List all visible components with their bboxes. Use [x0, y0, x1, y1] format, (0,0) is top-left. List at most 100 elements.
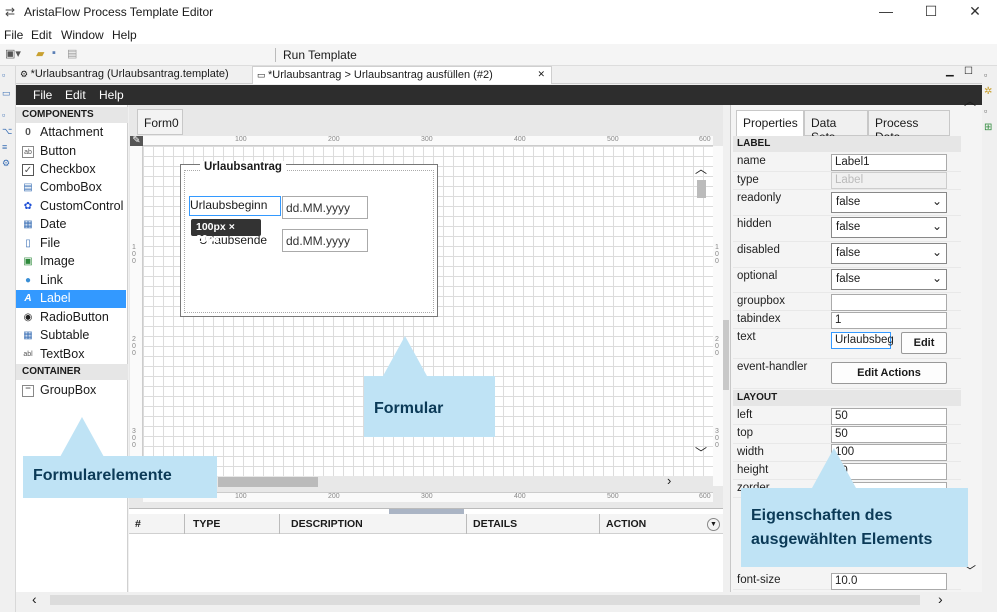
disabled-select[interactable]: false ⌄ [831, 243, 947, 264]
ruler-mark: 200 [328, 493, 340, 500]
component-attachment[interactable]: 𝟎 Attachment [16, 124, 126, 142]
process-icon[interactable]: ⚙ [2, 158, 14, 170]
radio-icon: ◉ [23, 312, 33, 323]
tree-icon[interactable]: ⌥ [2, 126, 14, 138]
open-folder-icon[interactable]: ▰ [36, 47, 44, 60]
wrench-icon[interactable]: ✎ [130, 136, 143, 146]
date-input-end[interactable]: dd.MM.yyyy [282, 229, 368, 252]
optional-select[interactable]: false ⌄ [831, 269, 947, 290]
column-type: TYPE [193, 518, 221, 530]
restore-icon[interactable]: ▫ [984, 106, 987, 116]
ruler-mark: 300 [132, 428, 136, 449]
app-icon: ⇄ [5, 5, 16, 19]
maximize-view-icon[interactable]: ☐ [964, 66, 973, 77]
component-file[interactable]: ▯ File [16, 235, 126, 253]
save-icon[interactable]: ▪ [52, 47, 56, 59]
chevron-down-icon[interactable]: ﹀ [695, 444, 707, 461]
tabindex-field[interactable]: 1 [831, 312, 947, 329]
menu-help[interactable]: Help [112, 28, 137, 42]
inner-menu-help[interactable]: Help [99, 88, 124, 102]
menu-edit[interactable]: Edit [31, 28, 52, 42]
text-field[interactable]: Urlaubsbeg [831, 332, 894, 349]
tab-form-editor[interactable]: ▭ *Urlaubsantrag > Urlaubsantrag ausfüll… [252, 66, 552, 84]
component-checkbox[interactable]: ✓ Checkbox [16, 161, 126, 179]
edit-actions-button[interactable]: Edit Actions [831, 362, 947, 384]
ruler-mark: 200 [715, 336, 719, 357]
scroll-thumb[interactable] [50, 595, 920, 605]
settings-icon[interactable]: ✲ [984, 86, 992, 97]
form-tab[interactable]: Form0 [137, 109, 183, 135]
form-title[interactable]: Urlaubsantrag [200, 161, 286, 173]
editor-tabs: ⚙ *Urlaubsantrag (Urlaubsantrag.template… [16, 66, 982, 84]
component-groupbox[interactable]: ▔ GroupBox [16, 382, 126, 400]
restore-icon[interactable]: ▫ [2, 70, 14, 82]
form-horizontal-scrollbar[interactable]: › [143, 473, 683, 488]
groupbox-field[interactable] [831, 294, 947, 311]
component-textbox[interactable]: abl TextBox [16, 346, 126, 364]
font-size-field[interactable]: 10.0 [831, 573, 947, 590]
callout-formular: Formular [364, 376, 495, 437]
chevron-down-icon: ⌄ [931, 271, 942, 285]
minimize-view-icon[interactable]: ▁ [946, 66, 954, 77]
component-button[interactable]: ab Button [16, 143, 126, 161]
ruler-mark: 600 [699, 493, 711, 500]
chevron-right-icon[interactable]: › [667, 473, 671, 488]
chevron-right-icon[interactable]: › [938, 591, 943, 607]
inner-menu-file[interactable]: File [33, 88, 52, 102]
tab-properties[interactable]: Properties [736, 110, 804, 136]
outline-icon[interactable]: ▭ [2, 88, 14, 100]
ruler-mark: 500 [607, 136, 619, 143]
run-template-button[interactable]: Run Template [283, 48, 357, 62]
field-label-start[interactable]: Urlaubsbeginn [189, 196, 281, 216]
form-icon: ▭ [257, 70, 269, 80]
file-icon: ▯ [25, 238, 31, 249]
scroll-thumb[interactable] [218, 477, 318, 487]
hidden-select[interactable]: false ⌄ [831, 217, 947, 238]
events-table-header: # TYPE DESCRIPTION DETAILS ACTION ▼ [129, 514, 723, 534]
restore-icon[interactable]: ▫ [984, 70, 987, 80]
ruler-mark: 400 [514, 493, 526, 500]
close-tab-icon[interactable]: ✕ [537, 69, 545, 80]
maximize-button[interactable]: ☐ [911, 3, 951, 23]
column-divider [599, 514, 600, 534]
list-icon[interactable]: ≡ [2, 142, 14, 154]
sash-handle[interactable] [723, 320, 729, 390]
hierarchy-icon[interactable]: ⊞ [984, 122, 992, 133]
chevron-left-icon[interactable]: ‹ [32, 591, 37, 607]
restore-icon[interactable]: ▫ [2, 110, 14, 122]
readonly-select[interactable]: false ⌄ [831, 192, 947, 213]
component-subtable[interactable]: ▦ Subtable [16, 327, 126, 345]
scroll-thumb[interactable] [697, 180, 706, 198]
chevron-up-icon[interactable]: ︿ [964, 92, 976, 109]
component-customcontrol[interactable]: ✿ CustomControl [16, 198, 126, 216]
components-panel: COMPONENTS 𝟎 Attachment ab Button ✓ Checkbo… [16, 105, 128, 592]
ruler-mark: 100 [715, 244, 719, 265]
process-icon: ⚙ [20, 69, 31, 79]
component-link[interactable]: ● Link [16, 272, 126, 290]
tab-process-data[interactable]: Process Data [868, 110, 950, 144]
inner-menu-edit[interactable]: Edit [65, 88, 86, 102]
chevron-down-icon[interactable]: ▼ [707, 518, 720, 531]
editor-horizontal-scrollbar[interactable]: ‹ › [20, 591, 955, 608]
component-image[interactable]: ▣ Image [16, 253, 126, 271]
ruler-mark: 600 [699, 136, 711, 143]
component-combobox[interactable]: ▤ ComboBox [16, 179, 126, 197]
chevron-up-icon[interactable]: ︿ [695, 160, 707, 177]
edit-text-button[interactable]: Edit [901, 332, 947, 354]
date-input-start[interactable]: dd.MM.yyyy [282, 196, 368, 219]
left-field[interactable]: 50 [831, 408, 947, 425]
print-icon[interactable]: ▤ [67, 47, 77, 60]
menu-window[interactable]: Window [61, 28, 104, 42]
new-icon[interactable]: ▣▾ [5, 47, 21, 60]
tab-template[interactable]: ⚙ *Urlaubsantrag (Urlaubsantrag.template… [16, 66, 238, 84]
tab-data-sets[interactable]: Data Sets [804, 110, 868, 144]
form-vertical-scrollbar[interactable]: ︿ ﹀ [693, 160, 709, 460]
minimize-button[interactable]: — [866, 3, 906, 23]
name-field[interactable]: Label1 [831, 154, 947, 171]
close-button[interactable]: ✕ [955, 3, 995, 23]
menu-file[interactable]: File [4, 28, 23, 42]
component-date[interactable]: ▦ Date [16, 216, 126, 234]
component-radiobutton[interactable]: ◉ RadioButton [16, 309, 126, 327]
component-label[interactable]: A Label [16, 290, 126, 308]
top-field[interactable]: 50 [831, 426, 947, 443]
